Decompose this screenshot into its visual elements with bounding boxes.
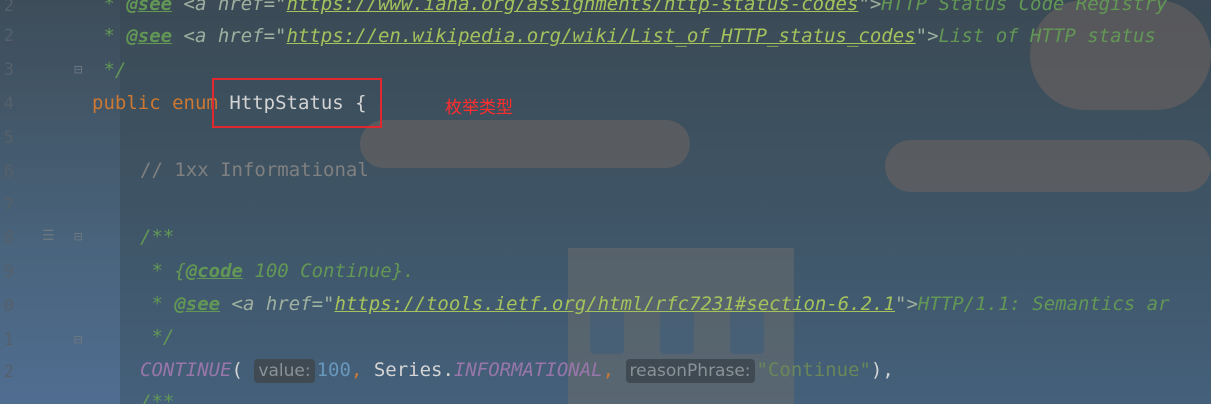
fold-icon[interactable]: ⊟	[74, 332, 82, 348]
code-line[interactable]: */	[140, 323, 174, 351]
line-number: 4	[3, 94, 14, 114]
doc-link[interactable]: https://en.wikipedia.org/wiki/List_of_HT…	[286, 25, 915, 47]
highlight-box	[212, 78, 382, 128]
line-number: 0	[3, 296, 14, 316]
bg-cloud	[360, 120, 690, 168]
code-line[interactable]: * @see <a href="https://tools.ietf.org/h…	[140, 290, 1169, 318]
code-line[interactable]: /**	[140, 388, 174, 404]
line-number: 7	[3, 196, 14, 216]
code-line[interactable]: * @see <a href="https://www.iana.org/ass…	[92, 0, 1167, 18]
line-number: 8	[3, 228, 14, 248]
param-hint: reasonPhrase:	[625, 359, 755, 383]
line-number: 3	[3, 60, 14, 80]
keyword: enum	[172, 92, 218, 114]
line-number: 2	[3, 362, 14, 382]
line-number: 1	[3, 330, 14, 350]
line-number: 2	[3, 0, 14, 16]
code-editor[interactable]: 2 2 3 4 5 6 7 8 9 0 1 2 ⊟ ☰ ⊟ ⊟ * @see <…	[0, 0, 1211, 404]
code-line[interactable]: /**	[140, 223, 174, 251]
line-number: 9	[3, 262, 14, 282]
code-line[interactable]: * @see <a href="https://en.wikipedia.org…	[92, 22, 1155, 50]
line-number: 2	[3, 26, 14, 46]
enum-constant: CONTINUE	[140, 359, 232, 381]
fold-icon[interactable]: ⊟	[74, 62, 82, 78]
code-line[interactable]: // 1xx Informational	[140, 156, 369, 184]
line-number: 6	[3, 162, 14, 182]
fold-icon[interactable]: ⊟	[74, 229, 82, 245]
bg-cloud	[885, 140, 1211, 192]
code-line[interactable]: * {@code 100 Continue}.	[140, 257, 414, 285]
annotation-label: 枚举类型	[445, 98, 513, 118]
param-hint: value:	[254, 359, 315, 383]
doc-link[interactable]: https://tools.ietf.org/html/rfc7231#sect…	[334, 293, 895, 315]
line-number: 5	[3, 128, 14, 148]
rendered-doc-icon[interactable]: ☰	[42, 228, 55, 244]
code-line[interactable]: */	[92, 56, 126, 84]
keyword: public	[92, 92, 161, 114]
doc-link[interactable]: https://www.iana.org/assignments/http-st…	[286, 0, 858, 15]
code-line[interactable]: CONTINUE( value: 100, Series.INFORMATIONA…	[140, 356, 894, 384]
